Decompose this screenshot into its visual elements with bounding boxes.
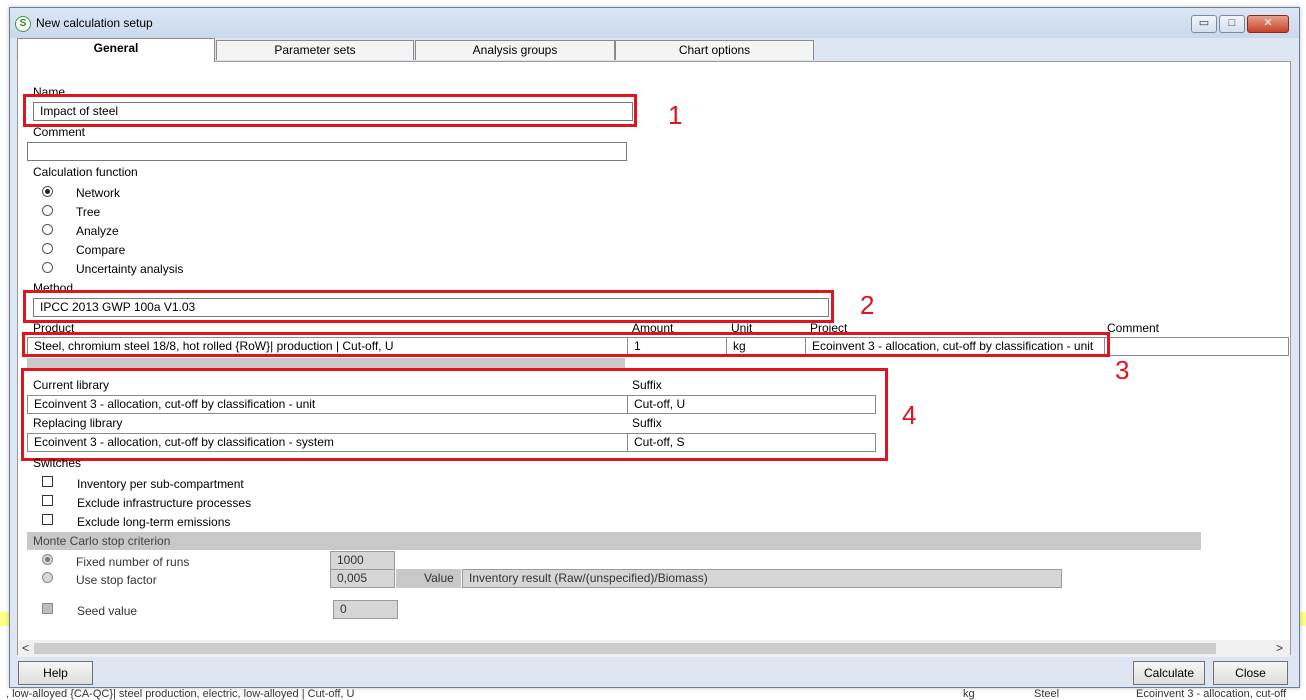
calculation-setup-window: S New calculation setup ▭ □ ✕ General Pa… bbox=[9, 7, 1300, 688]
value-field[interactable]: Inventory result (Raw/(unspecified)/Biom… bbox=[462, 569, 1062, 588]
app-logo-icon: S bbox=[15, 16, 31, 32]
monte-carlo-header-bar: Monte Carlo stop criterion bbox=[27, 532, 1201, 550]
window-title: New calculation setup bbox=[36, 16, 153, 30]
radio-stop-factor[interactable] bbox=[42, 572, 53, 583]
radio-network-label: Network bbox=[76, 186, 121, 200]
seed-value-input[interactable]: 0 bbox=[333, 600, 398, 619]
general-panel: Name Impact of steel 1 Comment Calculati… bbox=[17, 61, 1291, 655]
scroll-right-icon[interactable]: > bbox=[1276, 641, 1283, 655]
background-highlight bbox=[0, 612, 9, 626]
comment-header: Comment bbox=[1107, 321, 1160, 335]
tab-analysis-groups[interactable]: Analysis groups bbox=[415, 40, 615, 60]
annotation-box-4 bbox=[21, 368, 888, 461]
radio-compare-label: Compare bbox=[76, 243, 126, 257]
radio-uncertainty-analysis[interactable] bbox=[42, 262, 53, 273]
fixed-runs-label: Fixed number of runs bbox=[76, 555, 190, 569]
annotation-box-2 bbox=[23, 290, 834, 323]
radio-tree[interactable] bbox=[42, 205, 53, 216]
monte-carlo-header: Monte Carlo stop criterion bbox=[33, 534, 171, 548]
help-button[interactable]: Help bbox=[18, 661, 93, 685]
fixed-runs-input[interactable]: 1000 bbox=[330, 551, 395, 570]
product-table-scrollbar[interactable] bbox=[27, 358, 625, 368]
tab-parameter-sets[interactable]: Parameter sets bbox=[216, 40, 414, 60]
annotation-number-4: 4 bbox=[902, 400, 917, 430]
value-label-box: Value bbox=[396, 569, 461, 588]
radio-tree-label: Tree bbox=[76, 205, 101, 219]
scrollbar-thumb[interactable] bbox=[34, 643, 1216, 654]
stop-factor-input[interactable]: 0,005 bbox=[330, 569, 395, 588]
maximize-button[interactable]: □ bbox=[1219, 15, 1245, 33]
checkbox-long-term-label: Exclude long-term emissions bbox=[77, 515, 231, 529]
radio-network[interactable] bbox=[42, 186, 53, 197]
annotation-box-3 bbox=[22, 332, 1110, 357]
radio-analyze-label: Analyze bbox=[76, 224, 119, 238]
minimize-button[interactable]: ▭ bbox=[1191, 15, 1217, 33]
calculation-function-label: Calculation function bbox=[33, 165, 138, 179]
radio-compare[interactable] bbox=[42, 243, 53, 254]
background-cell: , low-alloyed {CA-QC}| steel production,… bbox=[6, 688, 355, 700]
background-cell: Ecoinvent 3 - allocation, cut-off bbox=[1136, 688, 1287, 700]
close-window-button[interactable]: ✕ bbox=[1247, 15, 1289, 33]
annotation-number-3: 3 bbox=[1115, 355, 1130, 385]
switches-label: Switches bbox=[33, 456, 82, 470]
checkbox-exclude-long-term[interactable] bbox=[42, 514, 53, 525]
annotation-number-1: 1 bbox=[668, 100, 683, 130]
radio-uncertainty-label: Uncertainty analysis bbox=[76, 262, 184, 276]
checkbox-infrastructure-label: Exclude infrastructure processes bbox=[77, 496, 252, 510]
background-app-edge bbox=[0, 0, 8, 700]
calculate-button[interactable]: Calculate bbox=[1133, 661, 1205, 685]
title-bar[interactable]: S New calculation setup ▭ □ ✕ bbox=[10, 8, 1299, 38]
checkbox-seed-value[interactable] bbox=[42, 603, 53, 614]
checkbox-inventory-sub-compartment[interactable] bbox=[42, 476, 53, 487]
annotation-number-2: 2 bbox=[860, 290, 875, 320]
tab-general[interactable]: General bbox=[17, 38, 215, 62]
background-highlight-right bbox=[1300, 612, 1306, 626]
background-cell: Steel bbox=[1034, 688, 1060, 700]
close-button[interactable]: Close bbox=[1213, 661, 1288, 685]
comment-label: Comment bbox=[33, 125, 86, 139]
value-label: Value bbox=[424, 571, 454, 585]
stop-factor-label: Use stop factor bbox=[76, 573, 157, 587]
scroll-left-icon[interactable]: < bbox=[22, 641, 29, 655]
seed-value-label: Seed value bbox=[77, 604, 138, 618]
tab-chart-options[interactable]: Chart options bbox=[615, 40, 814, 60]
background-row: , low-alloyed {CA-QC}| steel production,… bbox=[0, 688, 1306, 700]
checkbox-inventory-label: Inventory per sub-compartment bbox=[77, 477, 244, 491]
comment-input[interactable] bbox=[27, 142, 627, 161]
row-comment-cell[interactable] bbox=[1104, 337, 1289, 356]
background-cell: kg bbox=[963, 688, 975, 700]
checkbox-exclude-infrastructure[interactable] bbox=[42, 495, 53, 506]
annotation-box-1 bbox=[23, 94, 637, 127]
radio-fixed-runs[interactable] bbox=[42, 554, 53, 565]
radio-analyze[interactable] bbox=[42, 224, 53, 235]
horizontal-scrollbar[interactable]: < > bbox=[18, 640, 1290, 657]
